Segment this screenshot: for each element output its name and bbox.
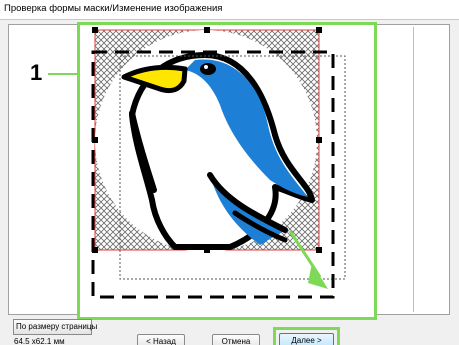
dialog-window: Проверка формы маски/Изменение изображен…: [0, 0, 459, 345]
image-size-label: 64.5 x62.1 мм: [14, 337, 65, 345]
callout-leader-line: [48, 73, 78, 75]
cancel-button[interactable]: Отмена: [212, 334, 260, 345]
workspace-divider: [413, 27, 414, 312]
mask-preview-canvas[interactable]: [77, 22, 377, 320]
next-button[interactable]: Далее >: [279, 333, 334, 345]
mask-preview-graphic: [91, 27, 346, 299]
back-button[interactable]: < Назад: [137, 334, 185, 345]
window-title: Проверка формы маски/Изменение изображен…: [4, 3, 223, 14]
callout-number: 1: [30, 60, 43, 85]
fit-to-page-button[interactable]: По размеру страницы: [13, 319, 97, 335]
title-bar: Проверка формы маски/Изменение изображен…: [0, 0, 459, 20]
